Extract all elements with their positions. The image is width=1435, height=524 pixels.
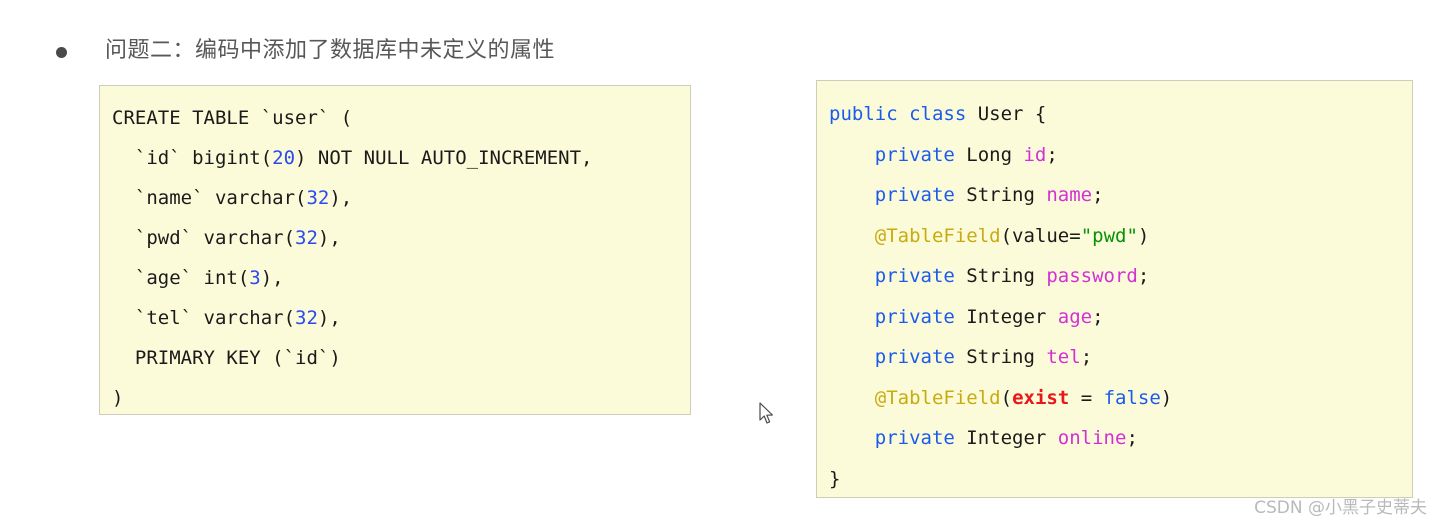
code-token-plain: Long xyxy=(954,143,1024,166)
code-token-plain: `id` bigint( xyxy=(112,147,273,169)
code-line: private Integer age; xyxy=(829,297,1402,338)
code-line: @TableField(exist = false) xyxy=(829,378,1402,419)
code-token-plain: = xyxy=(1069,386,1104,409)
code-line: ) xyxy=(112,378,680,414)
code-token-kw: public xyxy=(829,103,898,125)
code-token-num: 32 xyxy=(295,307,318,329)
code-line: `name` varchar(32), xyxy=(112,178,680,218)
code-line: PRIMARY KEY (`id`) xyxy=(112,338,680,378)
code-token-plain: `name` varchar( xyxy=(112,187,307,209)
code-line: CREATE TABLE `user` ( xyxy=(112,98,680,138)
code-token-plain: `pwd` varchar( xyxy=(112,227,296,249)
code-token-plain: ) xyxy=(112,387,124,409)
code-line: @TableField(value="pwd") xyxy=(829,216,1402,257)
code-token-plain: User { xyxy=(966,103,1047,125)
code-token-kw: class xyxy=(909,103,967,125)
code-token-plain: ; xyxy=(1080,346,1093,368)
page-title: 问题二：编码中添加了数据库中未定义的属性 xyxy=(105,38,556,63)
code-token-kw: private xyxy=(874,305,955,328)
code-token-plain: String xyxy=(954,184,1047,206)
code-line: private Integer online; xyxy=(829,418,1402,459)
code-token-plain: ), xyxy=(317,307,341,329)
code-token-plain: ) xyxy=(1160,386,1173,409)
code-token-ann: @TableField xyxy=(874,386,1001,409)
code-token-num: 20 xyxy=(272,147,296,169)
code-token-kw: private xyxy=(874,346,955,368)
code-token-plain: ; xyxy=(1092,184,1104,206)
code-token-field: id xyxy=(1023,143,1047,166)
code-line: `age` int(3), xyxy=(112,258,680,298)
code-token-plain: ) xyxy=(1137,224,1150,247)
mouse-pointer-icon xyxy=(759,402,775,426)
code-line: private String name; xyxy=(829,175,1402,216)
code-token-plain: String xyxy=(954,346,1047,368)
code-token-num: 32 xyxy=(295,227,318,249)
code-token-plain: String xyxy=(954,265,1047,287)
code-token-red: exist xyxy=(1012,386,1070,409)
code-token-kw: private xyxy=(874,427,955,449)
bullet-dot-icon xyxy=(56,46,67,58)
csdn-watermark: CSDN @小黑子史蒂夫 xyxy=(1254,498,1427,518)
code-token-plain: (value= xyxy=(1000,224,1081,247)
code-token-plain: CREATE TABLE `user` ( xyxy=(112,107,353,129)
code-token-num: 3 xyxy=(249,267,261,289)
code-token-plain: ( xyxy=(1000,386,1013,409)
code-token-ann: @TableField xyxy=(874,224,1001,247)
page-heading: 问题二：编码中添加了数据库中未定义的属性 xyxy=(56,36,555,66)
code-line: private String password; xyxy=(829,256,1402,297)
code-token-kw: private xyxy=(874,143,955,166)
code-token-plain: ; xyxy=(1092,305,1104,328)
code-token-str: "pwd" xyxy=(1080,224,1138,247)
code-line: `pwd` varchar(32), xyxy=(112,218,680,258)
code-token-plain: `tel` varchar( xyxy=(112,307,296,329)
code-line: private Long id; xyxy=(829,135,1402,176)
code-token-plain: ; xyxy=(1126,427,1138,449)
code-line: `tel` varchar(32), xyxy=(112,298,680,338)
code-token-kw: private xyxy=(874,265,955,287)
sql-code-block: CREATE TABLE `user` ( `id` bigint(20) NO… xyxy=(99,85,691,415)
code-token-plain: ), xyxy=(260,267,284,289)
java-code-block: public class User { private Long id; pri… xyxy=(816,80,1413,498)
code-token-field: age xyxy=(1057,305,1093,328)
code-token-field: password xyxy=(1046,265,1138,287)
code-token-plain: ), xyxy=(329,187,353,209)
code-line: `id` bigint(20) NOT NULL AUTO_INCREMENT, xyxy=(112,138,680,178)
code-line: private String tel; xyxy=(829,337,1402,378)
code-token-plain: ; xyxy=(1046,143,1058,166)
code-token-plain: Integer xyxy=(954,305,1058,328)
code-token-field: name xyxy=(1046,184,1093,206)
code-token-field: online xyxy=(1057,427,1127,449)
code-token-plain: } xyxy=(829,467,841,490)
code-line: public class User { xyxy=(829,94,1402,135)
code-token-plain: ) NOT NULL AUTO_INCREMENT, xyxy=(295,147,593,169)
code-token-field: tel xyxy=(1046,346,1081,368)
code-token-kw: private xyxy=(874,184,955,206)
code-token-num: 32 xyxy=(306,187,330,209)
code-token-plain: ; xyxy=(1137,265,1150,287)
code-token-kw: false xyxy=(1103,386,1161,409)
code-token-plain: ), xyxy=(317,227,341,249)
code-token-plain: Integer xyxy=(954,427,1058,449)
code-token-plain: `age` int( xyxy=(112,267,250,289)
code-token-plain: PRIMARY KEY (`id`) xyxy=(112,347,341,369)
